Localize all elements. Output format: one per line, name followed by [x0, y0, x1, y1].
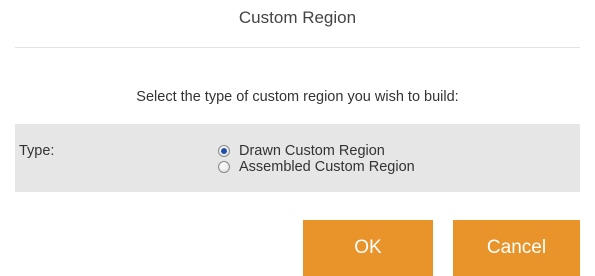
dialog-prompt: Select the type of custom region you wis… — [136, 89, 459, 105]
region-type-options: Drawn Custom Region Assembled Custom Reg… — [218, 143, 415, 175]
radio-drawn-custom-region[interactable] — [218, 145, 230, 157]
title-divider — [15, 47, 580, 48]
option-drawn-custom-region[interactable]: Drawn Custom Region — [218, 143, 415, 159]
custom-region-dialog: Custom Region Select the type of custom … — [0, 0, 595, 276]
option-label-assembled: Assembled Custom Region — [239, 159, 415, 175]
type-label: Type: — [19, 143, 55, 159]
option-assembled-custom-region[interactable]: Assembled Custom Region — [218, 159, 415, 175]
dialog-title: Custom Region — [238, 8, 357, 27]
radio-assembled-custom-region[interactable] — [218, 161, 230, 173]
ok-button[interactable]: OK — [303, 220, 433, 276]
option-label-drawn: Drawn Custom Region — [239, 143, 385, 159]
type-row: Type: Drawn Custom Region Assembled Cust… — [15, 124, 580, 192]
cancel-button[interactable]: Cancel — [453, 220, 580, 276]
